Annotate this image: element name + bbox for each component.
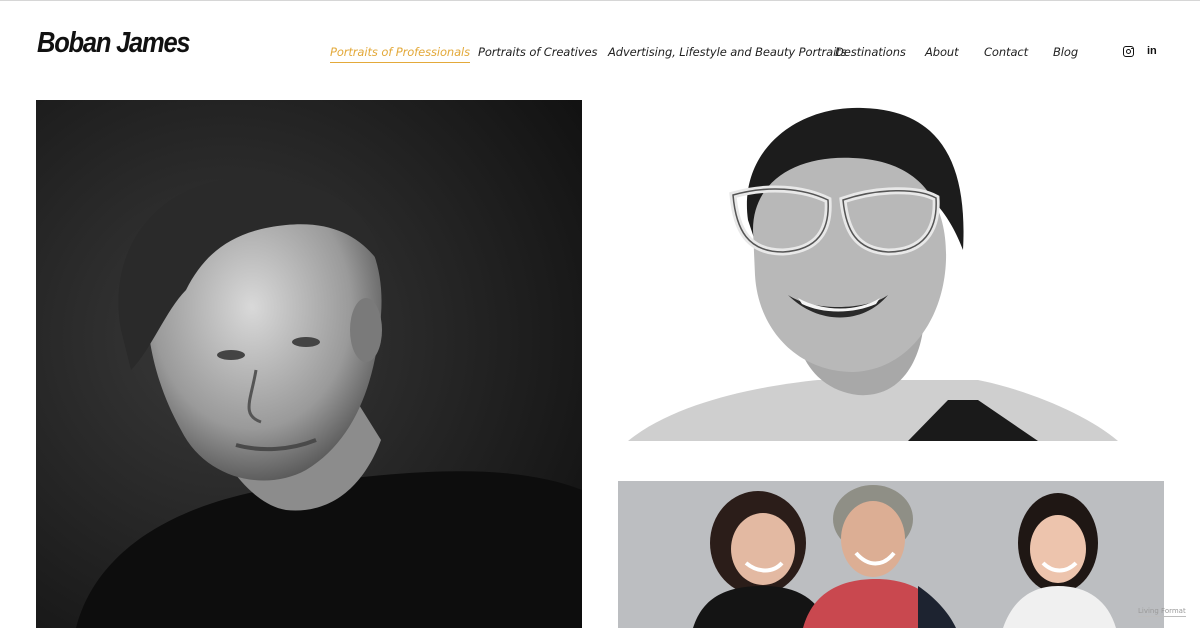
nav-about[interactable]: About	[925, 45, 959, 59]
nav-contact[interactable]: Contact	[984, 45, 1028, 59]
nav-advertising-lifestyle-beauty[interactable]: Advertising, Lifestyle and Beauty Portra…	[608, 45, 847, 59]
portrait-woman-glasses-photo[interactable]	[618, 100, 1164, 441]
nav-portraits-of-creatives[interactable]: Portraits of Creatives	[478, 45, 597, 59]
nav-destinations[interactable]: Destinations	[835, 45, 906, 59]
instagram-icon[interactable]	[1123, 46, 1134, 57]
top-border	[0, 0, 1200, 1]
main-nav: Portraits of Professionals Portraits of …	[0, 45, 1200, 65]
portrait-three-women-photo[interactable]	[618, 481, 1164, 628]
nav-portraits-of-professionals[interactable]: Portraits of Professionals	[330, 45, 470, 63]
portrait-man-photo[interactable]	[36, 100, 582, 628]
living-format-badge[interactable]: Living Format	[1138, 607, 1186, 617]
nav-blog[interactable]: Blog	[1053, 45, 1078, 59]
linkedin-icon[interactable]: in	[1147, 44, 1159, 58]
